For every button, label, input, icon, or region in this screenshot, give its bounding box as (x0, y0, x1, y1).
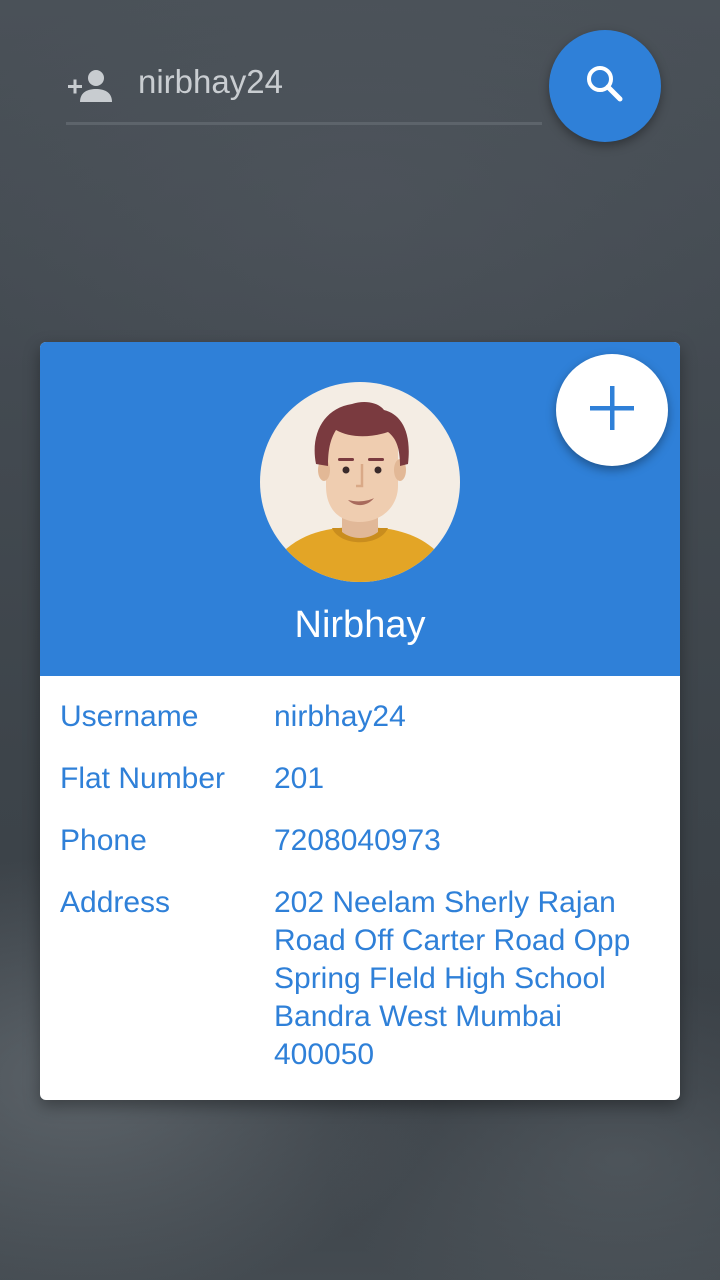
profile-details: Username nirbhay24 Flat Number 201 Phone… (60, 698, 660, 1098)
detail-label: Flat Number (60, 762, 226, 795)
add-button[interactable] (556, 354, 668, 466)
detail-value: 7208040973 (274, 824, 441, 857)
search-icon (583, 62, 627, 111)
detail-label: Username (60, 700, 199, 733)
detail-value: 201 (274, 762, 325, 795)
add-user-icon[interactable] (66, 68, 114, 108)
search-underline (66, 122, 542, 125)
detail-label: Phone (60, 824, 147, 857)
search-input[interactable] (138, 54, 538, 110)
search-bar (66, 50, 542, 128)
plus-icon (586, 382, 638, 439)
detail-row-address: Address 202 Neelam Sherly Rajan Road Off… (60, 884, 660, 1074)
detail-value: nirbhay24 (274, 700, 406, 733)
avatar-man-illustration (278, 402, 442, 582)
profile-name: Nirbhay (294, 604, 426, 646)
detail-row-phone: Phone 7208040973 (60, 822, 660, 860)
search-button[interactable] (549, 30, 661, 142)
detail-label: Address (60, 886, 171, 919)
avatar (260, 382, 460, 582)
detail-row-flat-number: Flat Number 201 (60, 760, 660, 798)
detail-value: 202 Neelam Sherly Rajan Road Off Carter … (274, 886, 631, 1071)
detail-row-username: Username nirbhay24 (60, 698, 660, 736)
